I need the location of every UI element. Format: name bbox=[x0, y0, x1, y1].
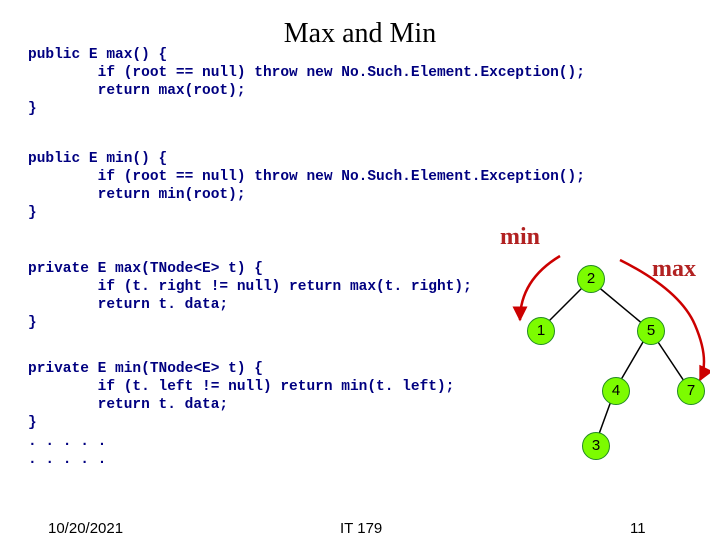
bst-diagram: 2 1 5 4 7 3 bbox=[500, 250, 710, 480]
tree-node-2: 2 bbox=[577, 265, 605, 293]
tree-node-3: 3 bbox=[582, 432, 610, 460]
code-max-private: private E max(TNode<E> t) { if (t. right… bbox=[28, 260, 472, 333]
min-arrow bbox=[520, 256, 560, 320]
code-min-private: private E min(TNode<E> t) { if (t. left … bbox=[28, 360, 454, 469]
footer-page: 11 bbox=[630, 520, 646, 537]
tree-node-5: 5 bbox=[637, 317, 665, 345]
footer-date: 10/20/2021 bbox=[48, 520, 123, 537]
code-min-public: public E min() { if (root == null) throw… bbox=[28, 150, 585, 223]
tree-node-1: 1 bbox=[527, 317, 555, 345]
max-arrow bbox=[620, 260, 704, 380]
tree-node-4: 4 bbox=[602, 377, 630, 405]
tree-node-7: 7 bbox=[677, 377, 705, 405]
min-label: min bbox=[500, 224, 540, 251]
footer-course: IT 179 bbox=[340, 520, 382, 537]
code-max-public: public E max() { if (root == null) throw… bbox=[28, 46, 585, 119]
